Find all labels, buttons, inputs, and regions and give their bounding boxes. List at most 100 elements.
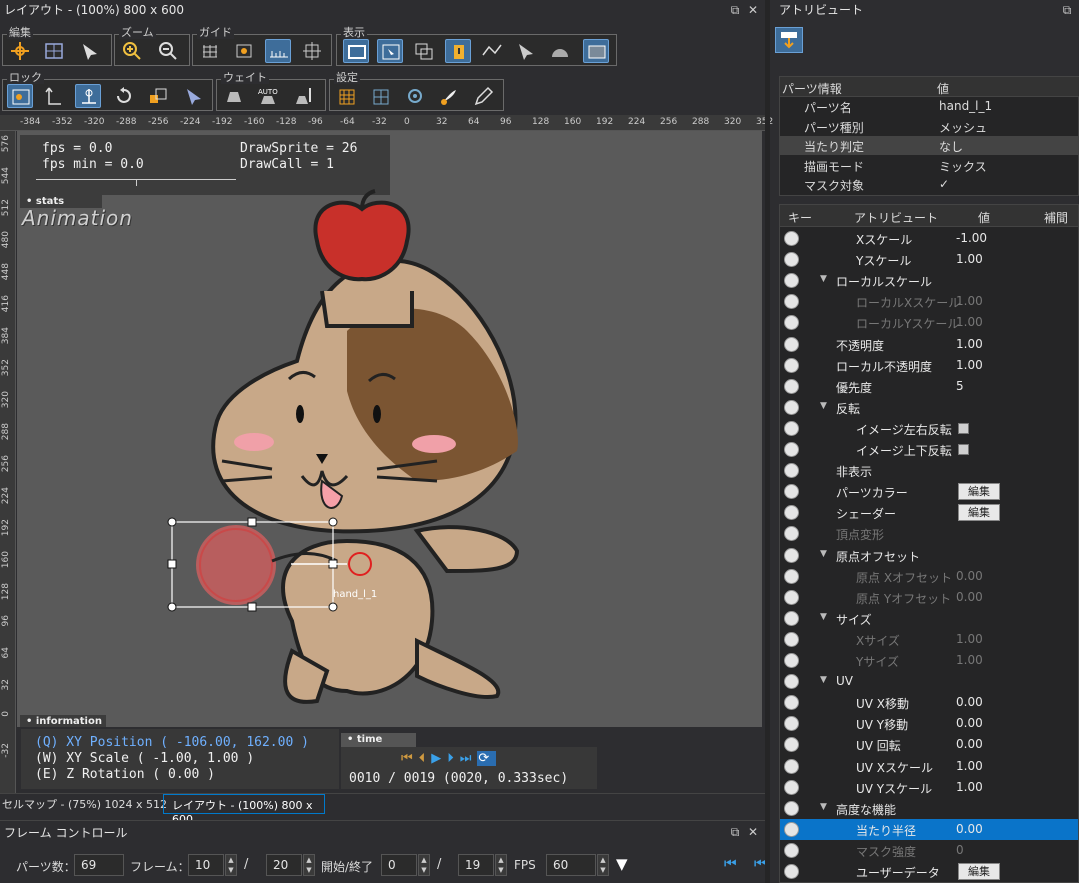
key-toggle-dot[interactable]: [784, 653, 799, 668]
show-hidden-button[interactable]: [513, 39, 539, 63]
key-toggle-dot[interactable]: [784, 484, 799, 500]
start-frame-field[interactable]: 0: [381, 854, 417, 876]
attribute-row[interactable]: イメージ上下反転: [780, 439, 1078, 460]
lock-anchor-button[interactable]: [75, 84, 101, 108]
collapse-arrow-icon[interactable]: ▼: [820, 802, 827, 812]
attribute-row[interactable]: 原点 Xオフセット 0.00: [780, 566, 1078, 587]
attribute-value[interactable]: 1.00: [956, 358, 983, 372]
layout-canvas[interactable]: fps = 0.0 fps min = 0.0 DrawSprite = 26 …: [17, 131, 762, 727]
key-toggle-dot[interactable]: [784, 631, 799, 647]
snap-guide-button[interactable]: [231, 39, 257, 63]
close-panel-icon[interactable]: ✕: [746, 3, 760, 17]
show-onion-button[interactable]: [547, 39, 573, 63]
show-path-button[interactable]: [479, 39, 505, 63]
col-attribute[interactable]: アトリビュート: [854, 209, 938, 226]
weight-auto-button[interactable]: AUTO: [255, 84, 281, 108]
key-toggle-dot[interactable]: [784, 821, 799, 837]
view-settings-button[interactable]: [402, 84, 428, 108]
ruler-toggle-button[interactable]: [265, 39, 291, 63]
attribute-row[interactable]: Xスケール -1.00: [780, 228, 1078, 249]
weight-paint-button[interactable]: [221, 84, 247, 108]
frame-close-icon[interactable]: ✕: [746, 825, 760, 839]
end-frame-field[interactable]: 19: [458, 854, 494, 876]
attribute-value[interactable]: 1.00: [956, 337, 983, 351]
key-toggle-dot[interactable]: [784, 716, 799, 732]
attr-float-icon[interactable]: ⧉: [1060, 3, 1074, 17]
attribute-value[interactable]: 0.00: [956, 822, 983, 836]
play-icon[interactable]: ▶: [431, 751, 447, 766]
flip-checkbox[interactable]: [958, 444, 969, 455]
attribute-value[interactable]: 1.00: [956, 759, 983, 773]
crosshair-guide-button[interactable]: [299, 39, 325, 63]
loop-icon[interactable]: ⟳: [477, 751, 497, 766]
key-toggle-dot[interactable]: [784, 695, 799, 711]
attribute-row[interactable]: 不透明度 1.00: [780, 334, 1078, 355]
attribute-row[interactable]: ▼ 反転: [780, 397, 1078, 418]
attribute-row[interactable]: Yスケール 1.00: [780, 249, 1078, 270]
color-settings-button[interactable]: [436, 84, 462, 108]
frame-current-field[interactable]: 10: [188, 854, 224, 876]
move-tool-button[interactable]: [7, 39, 33, 63]
attribute-row[interactable]: Yサイズ 1.00: [780, 650, 1078, 671]
col-interp[interactable]: 補間: [1044, 209, 1068, 226]
tool-settings-button[interactable]: [470, 84, 496, 108]
key-toggle-dot[interactable]: [784, 463, 799, 479]
attribute-row[interactable]: ローカルYスケール 1.00: [780, 312, 1078, 333]
attribute-value[interactable]: 0.00: [956, 737, 983, 751]
collapse-arrow-icon[interactable]: ▼: [820, 675, 827, 685]
attribute-value[interactable]: -1.00: [956, 231, 987, 245]
key-toggle-dot[interactable]: [784, 568, 799, 584]
attribute-value[interactable]: 0: [956, 843, 964, 857]
frame-total-field[interactable]: 20: [266, 854, 302, 876]
key-toggle-dot[interactable]: [784, 252, 799, 268]
lock-axis-button[interactable]: [41, 84, 67, 108]
attribute-row[interactable]: ローカルXスケール 1.00: [780, 291, 1078, 312]
zoom-out-button[interactable]: [155, 39, 181, 63]
frame-total-stepper[interactable]: ▲ ▼: [303, 854, 315, 876]
select-tool-button[interactable]: [77, 39, 103, 63]
attribute-row[interactable]: イメージ左右反転: [780, 418, 1078, 439]
attribute-value[interactable]: 0.00: [956, 569, 983, 583]
attribute-row[interactable]: パーツカラー 編集: [780, 481, 1078, 502]
key-toggle-dot[interactable]: [784, 378, 799, 394]
key-toggle-dot[interactable]: [784, 505, 799, 521]
collapse-arrow-icon[interactable]: ▼: [820, 401, 827, 411]
mesh-tool-button[interactable]: [41, 39, 67, 63]
edit-button[interactable]: 編集: [958, 863, 1000, 880]
first-frame-icon[interactable]: ⏮: [401, 751, 419, 766]
panel-splitter[interactable]: [765, 0, 770, 883]
edit-button[interactable]: 編集: [958, 504, 1000, 522]
lock-mesh-button[interactable]: [181, 84, 207, 108]
attribute-value[interactable]: 0.00: [956, 590, 983, 604]
attribute-row[interactable]: ローカル不透明度 1.00: [780, 355, 1078, 376]
grid-settings-button[interactable]: [334, 84, 360, 108]
attribute-row[interactable]: ▼ UV: [780, 671, 1078, 692]
next-frame-icon[interactable]: ⏵: [447, 751, 460, 766]
attribute-row[interactable]: UV X移動 0.00: [780, 692, 1078, 713]
key-toggle-dot[interactable]: [784, 231, 799, 246]
attribute-row[interactable]: UV Y移動 0.00: [780, 713, 1078, 734]
attribute-row[interactable]: 当たり半径 0.00: [780, 818, 1078, 840]
col-key[interactable]: キー: [788, 209, 812, 226]
key-toggle-dot[interactable]: [784, 864, 799, 879]
information-tab[interactable]: • information: [20, 715, 106, 727]
show-frame-button[interactable]: [343, 39, 369, 63]
attribute-row[interactable]: 優先度 5: [780, 376, 1078, 397]
key-toggle-dot[interactable]: [784, 294, 799, 310]
lock-rotation-button[interactable]: [111, 84, 137, 108]
key-toggle-dot[interactable]: [784, 842, 799, 858]
lock-scale-button[interactable]: [145, 84, 171, 108]
attribute-value[interactable]: 5: [956, 379, 964, 393]
attribute-value[interactable]: 1.00: [956, 315, 983, 329]
grid-toggle-button[interactable]: [197, 39, 223, 63]
key-toggle-dot[interactable]: [784, 758, 799, 774]
jump-first-icon[interactable]: ⏮: [724, 856, 737, 872]
key-toggle-dot[interactable]: [784, 442, 799, 457]
attribute-row[interactable]: 非表示: [780, 460, 1078, 481]
key-toggle-dot[interactable]: [784, 610, 799, 626]
parts-info-row[interactable]: 描画モード ミックス: [780, 156, 1079, 175]
show-pivot-button[interactable]: [377, 39, 403, 63]
parts-info-row[interactable]: パーツ名 hand_l_1: [780, 97, 1079, 116]
attribute-row[interactable]: UV Xスケール 1.00: [780, 756, 1078, 777]
tab-cellmap[interactable]: セルマップ - (75%) 1024 x 512: [2, 796, 167, 812]
